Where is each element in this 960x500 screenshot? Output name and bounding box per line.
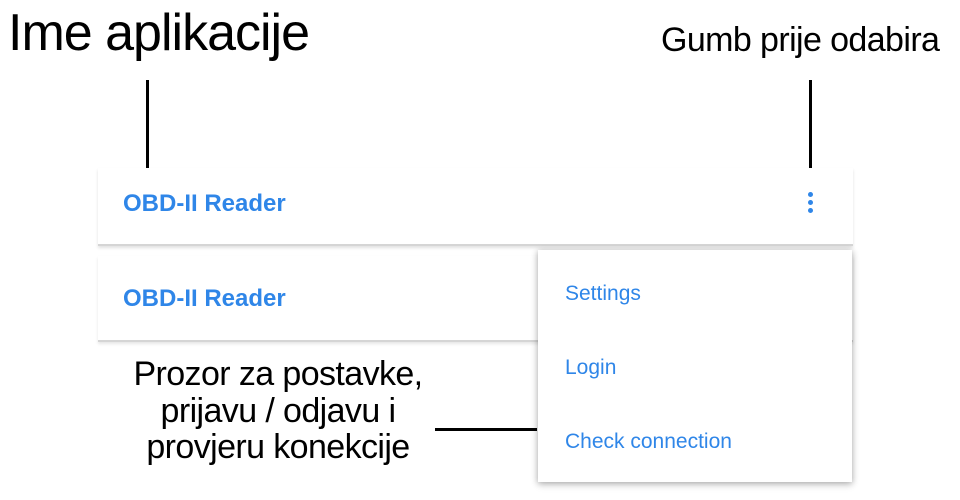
app-name-annotation: Ime aplikacije: [8, 4, 310, 62]
menu-window-annotation: Prozor za postavke, prijavu / odjavu i p…: [100, 356, 456, 466]
app-title-expanded: OBD-II Reader: [123, 285, 286, 312]
menu-item-label: Check connection: [565, 430, 732, 453]
more-vert-icon[interactable]: [805, 192, 817, 218]
menu-window-annotation-line-2: prijavu / odjavu i: [160, 391, 396, 430]
menu-window-annotation-line-1: Prozor za postavke,: [133, 355, 423, 393]
overflow-menu: Settings Login Check connection: [538, 250, 852, 482]
app-title: OBD-II Reader: [123, 190, 286, 217]
app-bar-collapsed: OBD-II Reader: [98, 168, 853, 246]
menu-item-check-connection[interactable]: Check connection: [538, 402, 852, 476]
menu-item-settings[interactable]: Settings: [538, 254, 852, 328]
menu-window-annotation-line-3: provjeru konekcije: [146, 428, 410, 467]
menu-item-login[interactable]: Login: [538, 328, 852, 402]
menu-item-label: Login: [565, 356, 617, 379]
menu-window-callout-line: [435, 428, 537, 431]
menu-item-label: Settings: [565, 282, 641, 305]
overflow-button-annotation: Gumb prije odabira: [661, 21, 940, 59]
